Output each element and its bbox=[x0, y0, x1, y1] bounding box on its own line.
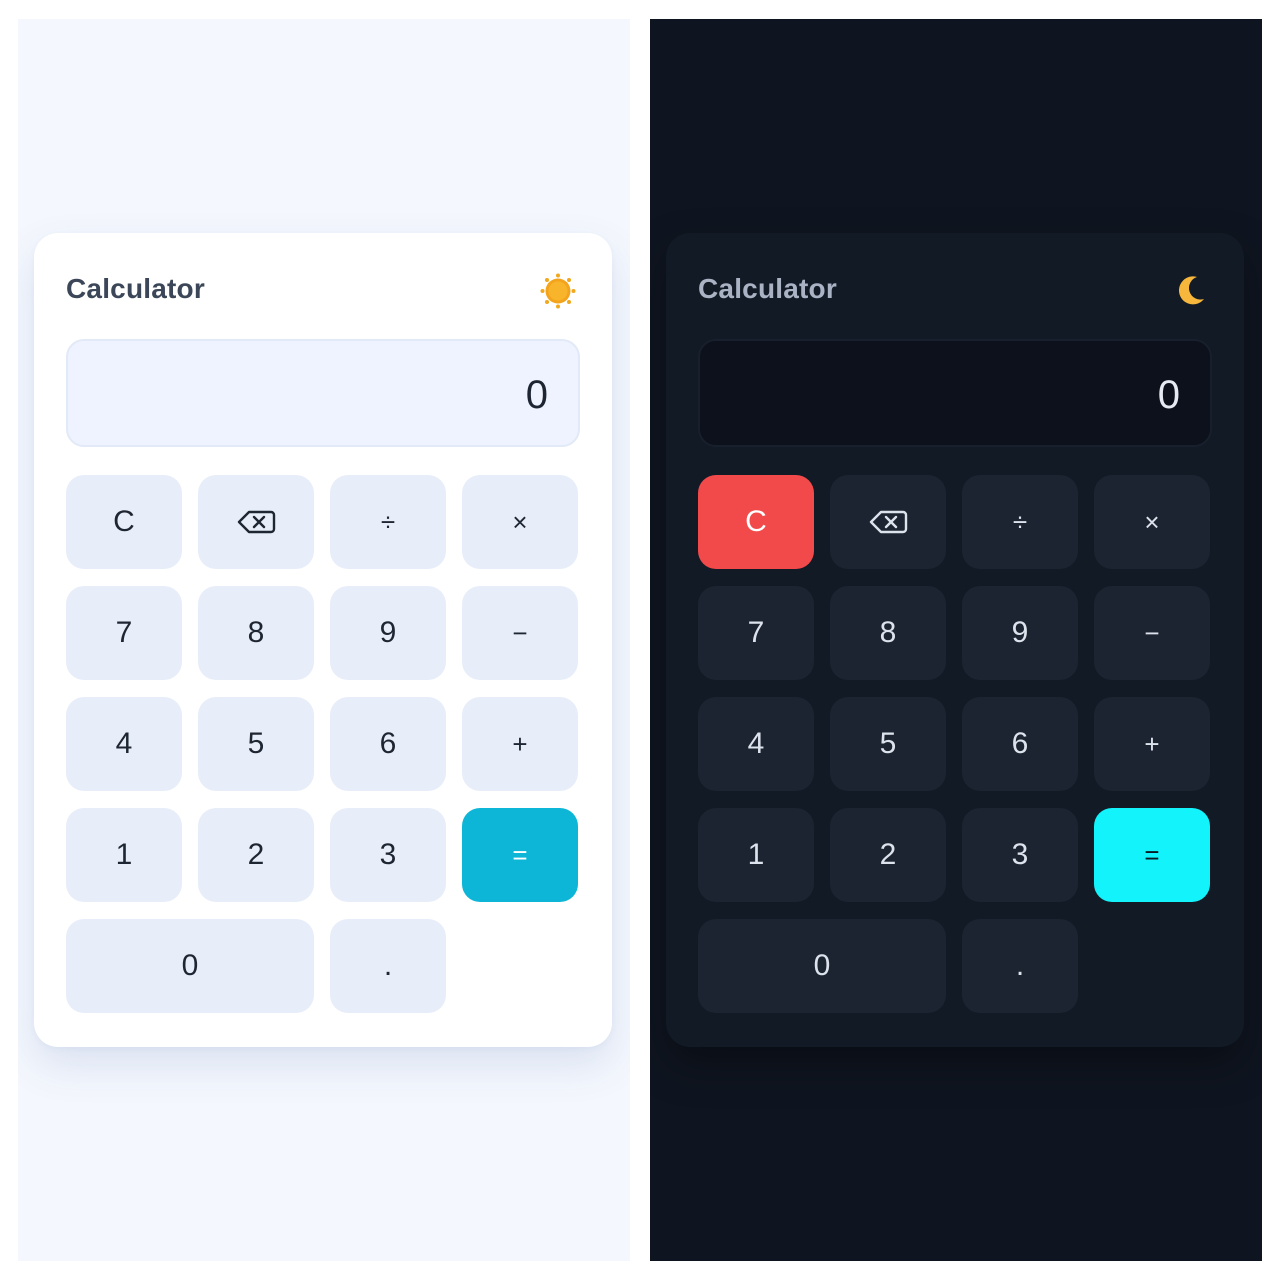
subtract-button[interactable]: − bbox=[462, 586, 578, 680]
add-button[interactable]: + bbox=[462, 697, 578, 791]
digit-9-button[interactable]: 9 bbox=[330, 586, 446, 680]
backspace-button[interactable] bbox=[198, 475, 314, 569]
theme-toggle-button[interactable] bbox=[538, 271, 578, 311]
backspace-button[interactable] bbox=[830, 475, 946, 569]
clear-button[interactable]: C bbox=[66, 475, 182, 569]
divide-button[interactable]: ÷ bbox=[330, 475, 446, 569]
digit-7-button[interactable]: 7 bbox=[66, 586, 182, 680]
theme-toggle-button[interactable] bbox=[1170, 271, 1210, 311]
dark-theme-panel: Calculator 0 C ÷ × 7 8 9 − 4 5 6 + 1 2 3… bbox=[650, 19, 1262, 1261]
moon-icon bbox=[1178, 276, 1204, 305]
digit-8-button[interactable]: 8 bbox=[830, 586, 946, 680]
multiply-button[interactable]: × bbox=[462, 475, 578, 569]
backspace-icon bbox=[236, 509, 276, 535]
digit-0-button[interactable]: 0 bbox=[66, 919, 314, 1013]
digit-5-button[interactable]: 5 bbox=[830, 697, 946, 791]
digit-3-button[interactable]: 3 bbox=[330, 808, 446, 902]
digit-7-button[interactable]: 7 bbox=[698, 586, 814, 680]
digit-4-button[interactable]: 4 bbox=[698, 697, 814, 791]
digit-0-button[interactable]: 0 bbox=[698, 919, 946, 1013]
digit-2-button[interactable]: 2 bbox=[830, 808, 946, 902]
calculator-card: Calculator 0 C ÷ × 7 8 9 − 4 5 6 + 1 2 3… bbox=[666, 233, 1244, 1047]
digit-4-button[interactable]: 4 bbox=[66, 697, 182, 791]
light-theme-panel: Calculator 0 C ÷ × 7 8 9 − 4 5 6 + 1 2 3… bbox=[18, 19, 630, 1261]
calculator-title: Calculator bbox=[698, 273, 837, 304]
calculator-card: Calculator 0 C ÷ × 7 8 9 − 4 5 6 + 1 2 3… bbox=[34, 233, 612, 1047]
result-display: 0 bbox=[66, 339, 580, 447]
decimal-button[interactable]: . bbox=[962, 919, 1078, 1013]
multiply-button[interactable]: × bbox=[1094, 475, 1210, 569]
digit-8-button[interactable]: 8 bbox=[198, 586, 314, 680]
subtract-button[interactable]: − bbox=[1094, 586, 1210, 680]
digit-2-button[interactable]: 2 bbox=[198, 808, 314, 902]
divide-button[interactable]: ÷ bbox=[962, 475, 1078, 569]
digit-1-button[interactable]: 1 bbox=[698, 808, 814, 902]
equals-button[interactable]: = bbox=[1094, 808, 1210, 902]
decimal-button[interactable]: . bbox=[330, 919, 446, 1013]
digit-1-button[interactable]: 1 bbox=[66, 808, 182, 902]
digit-5-button[interactable]: 5 bbox=[198, 697, 314, 791]
digit-6-button[interactable]: 6 bbox=[962, 697, 1078, 791]
digit-9-button[interactable]: 9 bbox=[962, 586, 1078, 680]
add-button[interactable]: + bbox=[1094, 697, 1210, 791]
calculator-title: Calculator bbox=[66, 273, 205, 304]
backspace-icon bbox=[868, 509, 908, 535]
result-display: 0 bbox=[698, 339, 1212, 447]
equals-button[interactable]: = bbox=[462, 808, 578, 902]
digit-3-button[interactable]: 3 bbox=[962, 808, 1078, 902]
clear-button[interactable]: C bbox=[698, 475, 814, 569]
sun-icon bbox=[540, 273, 576, 309]
digit-6-button[interactable]: 6 bbox=[330, 697, 446, 791]
